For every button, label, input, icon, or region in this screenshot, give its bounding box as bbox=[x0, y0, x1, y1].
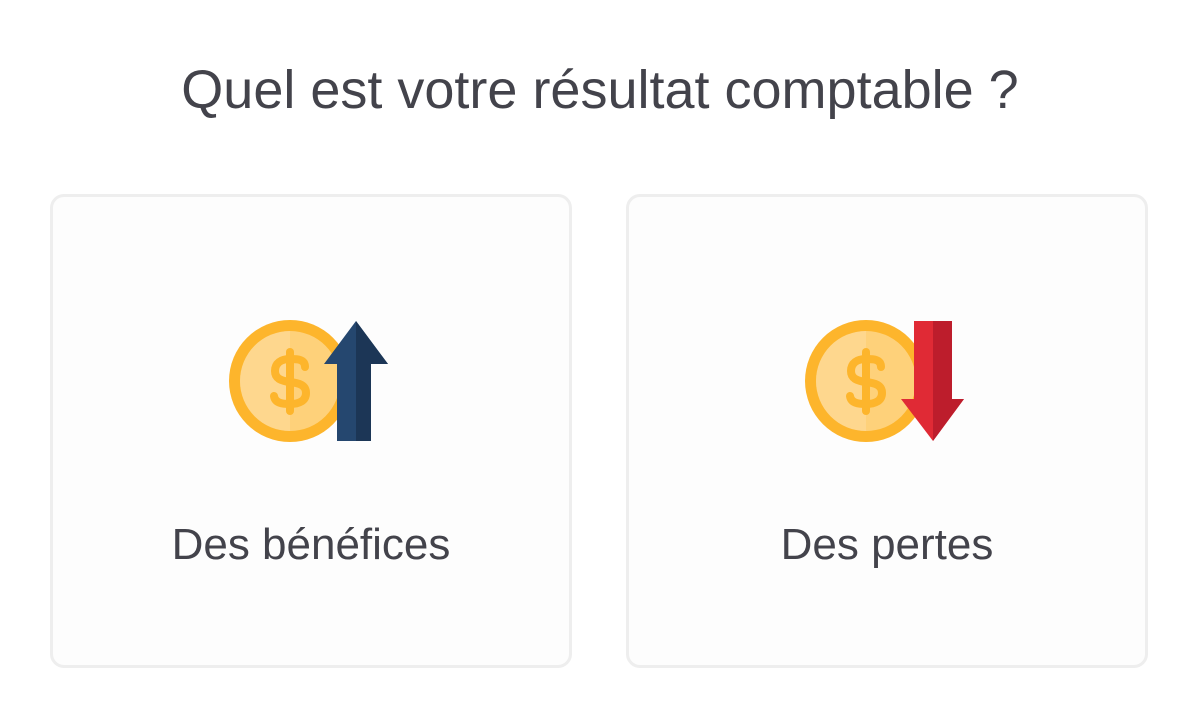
coin-arrow-down-icon bbox=[629, 319, 1145, 449]
option-label: Des bénéfices bbox=[171, 520, 451, 569]
coin-arrow-up-icon-svg bbox=[229, 320, 388, 442]
question-title: Quel est votre résultat comptable ? bbox=[181, 60, 1019, 120]
option-benefices-card[interactable]: Des bénéfices bbox=[50, 194, 572, 668]
coin-arrow-down-icon-svg bbox=[805, 320, 964, 442]
option-label: Des pertes bbox=[780, 520, 994, 569]
option-pertes-card[interactable]: Des pertes bbox=[626, 194, 1148, 668]
coin-arrow-up-icon bbox=[53, 319, 569, 449]
